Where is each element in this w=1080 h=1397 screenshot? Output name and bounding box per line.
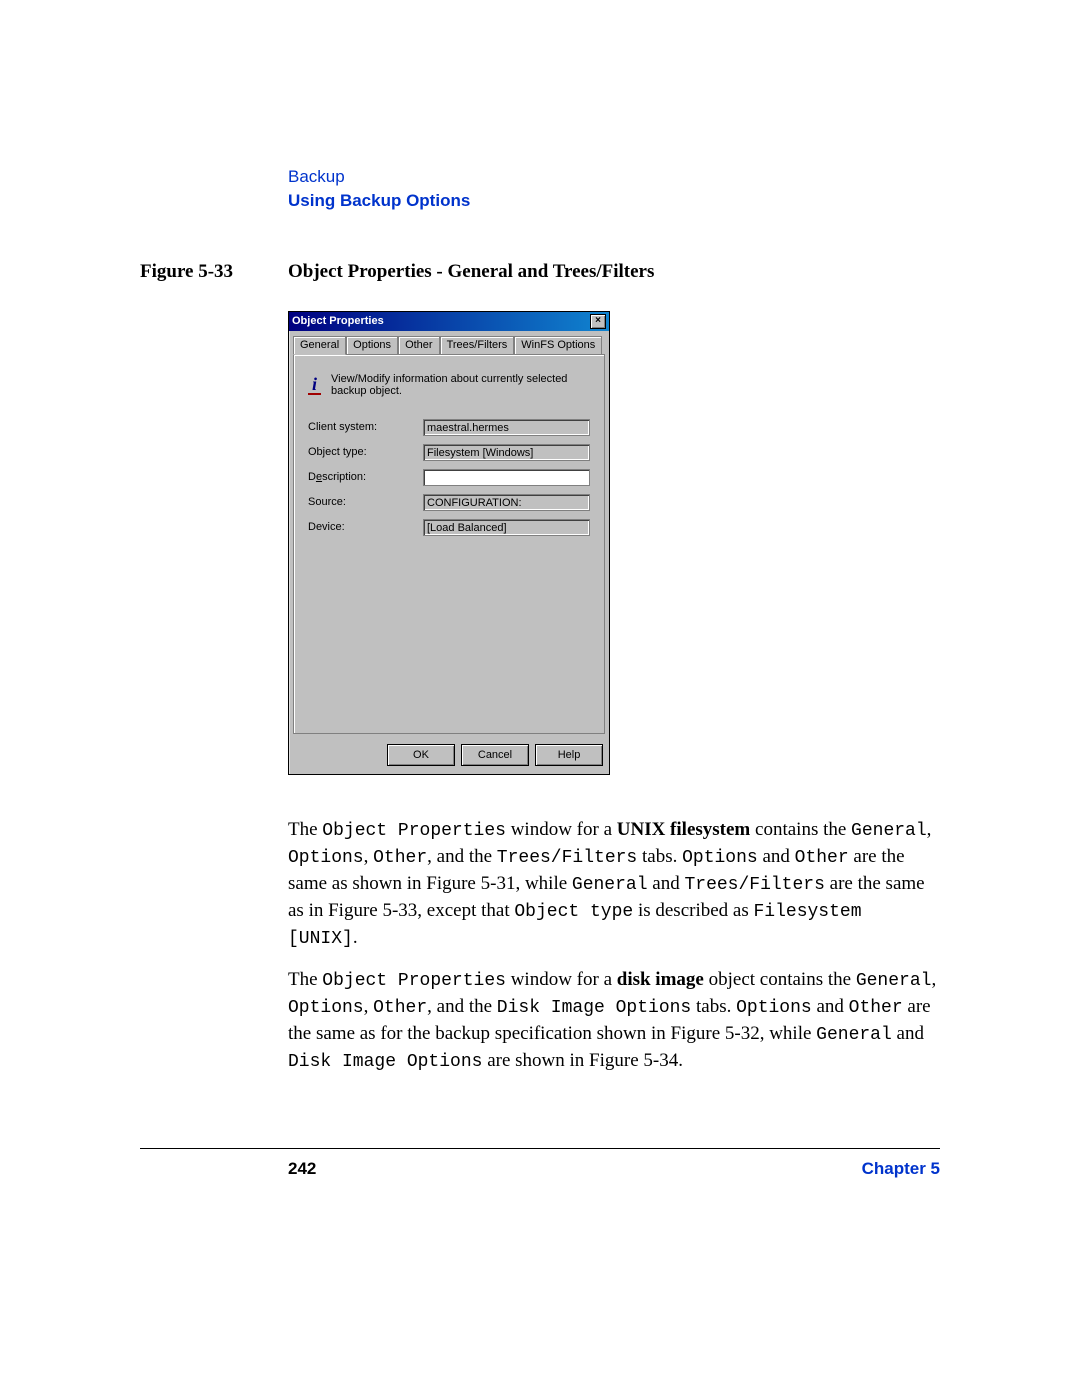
field-object-type: Filesystem [Windows] — [423, 444, 590, 461]
breadcrumb-section: Backup — [288, 165, 940, 189]
field-client-system: maestral.hermes — [423, 419, 590, 436]
tab-trees-filters[interactable]: Trees/Filters — [440, 336, 515, 355]
tab-general[interactable]: General — [293, 336, 346, 355]
ok-button[interactable]: OK — [387, 744, 455, 766]
page-footer: 242 Chapter 5 — [140, 1148, 940, 1179]
dialog-title: Object Properties — [292, 315, 384, 327]
field-description[interactable] — [423, 469, 590, 486]
breadcrumb-subsection: Using Backup Options — [288, 189, 940, 213]
label-device: Device: — [308, 521, 423, 533]
dialog-button-bar: OK Cancel Help — [289, 738, 609, 774]
paragraph-unix: The Object Properties window for a UNIX … — [288, 817, 938, 953]
close-icon[interactable]: × — [590, 314, 606, 329]
tab-winfs-options[interactable]: WinFS Options — [514, 336, 602, 355]
tab-other[interactable]: Other — [398, 336, 440, 355]
cancel-button[interactable]: Cancel — [461, 744, 529, 766]
label-object-type: Object type: — [308, 446, 423, 458]
chapter-label: Chapter 5 — [862, 1159, 940, 1179]
info-text: View/Modify information about currently … — [331, 373, 590, 397]
info-icon: i — [308, 375, 321, 395]
tab-panel-general: i View/Modify information about currentl… — [293, 354, 605, 734]
figure-title: Object Properties - General and Trees/Fi… — [288, 261, 654, 283]
tab-options[interactable]: Options — [346, 336, 398, 355]
field-source: CONFIGURATION: — [423, 494, 590, 511]
label-description: Description: — [308, 471, 423, 483]
page-number: 242 — [288, 1159, 316, 1179]
help-button[interactable]: Help — [535, 744, 603, 766]
figure-label: Figure 5-33 — [140, 261, 288, 283]
object-properties-dialog: Object Properties × General Options Othe… — [288, 311, 610, 775]
tab-strip: General Options Other Trees/Filters WinF… — [289, 331, 609, 354]
field-device: [Load Balanced] — [423, 519, 590, 536]
dialog-titlebar: Object Properties × — [289, 312, 609, 331]
body-text: The Object Properties window for a UNIX … — [288, 817, 938, 1076]
paragraph-disk-image: The Object Properties window for a disk … — [288, 967, 938, 1076]
breadcrumb: Backup Using Backup Options — [288, 165, 940, 213]
label-source: Source: — [308, 496, 423, 508]
label-client-system: Client system: — [308, 421, 423, 433]
